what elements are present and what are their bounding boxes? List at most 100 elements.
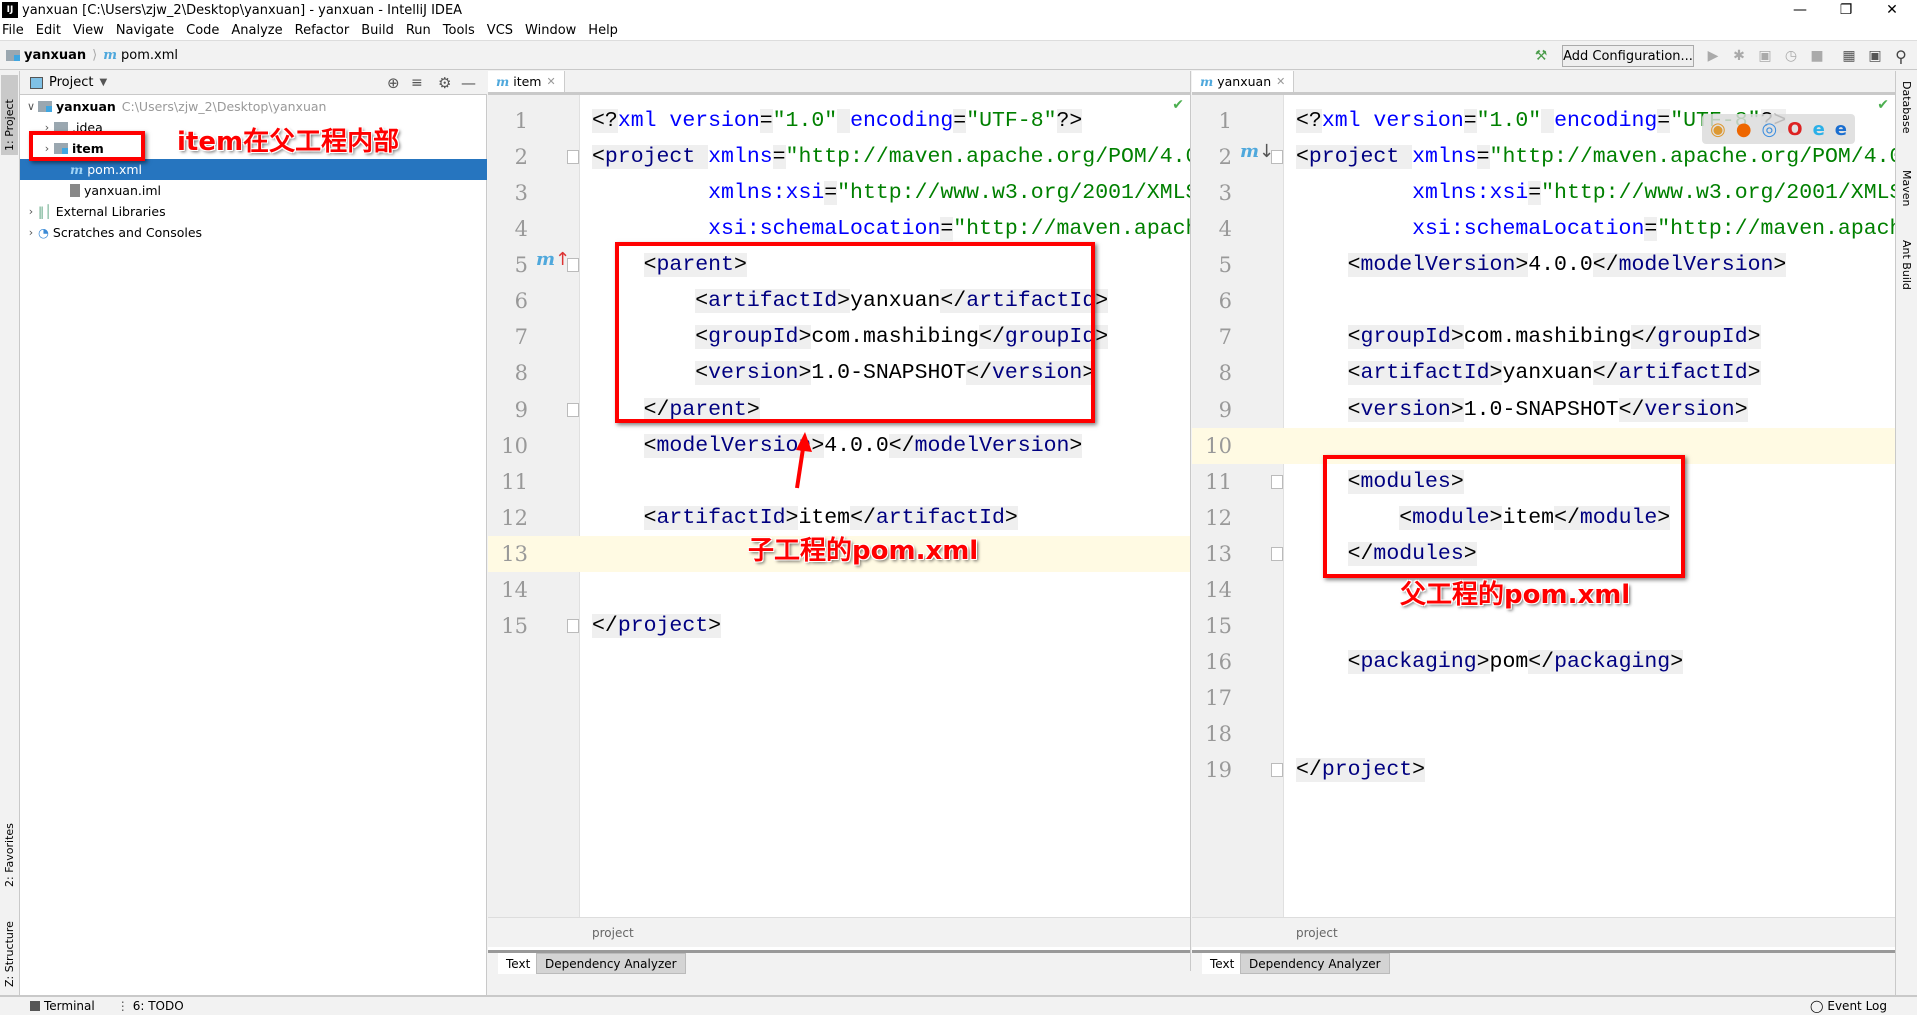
search-icon[interactable]: ⚲ bbox=[1892, 47, 1910, 66]
build-hammer-icon[interactable]: ⚒ bbox=[1532, 47, 1550, 65]
profile-icon[interactable]: ◷ bbox=[1782, 47, 1800, 65]
menu-code[interactable]: Code bbox=[186, 23, 219, 38]
tree-item[interactable]: › ‖│ External Libraries bbox=[20, 201, 487, 222]
code-line[interactable]: 18 bbox=[1192, 716, 1895, 752]
code-line[interactable]: 7 <groupId>com.mashibing</groupId> bbox=[1192, 319, 1895, 355]
code-line[interactable]: 19 </project> bbox=[1192, 752, 1895, 788]
event-log-tab[interactable]: Event Log bbox=[1827, 999, 1887, 1013]
minimize-button[interactable]: — bbox=[1777, 0, 1823, 20]
fold-marker-icon[interactable] bbox=[567, 402, 579, 417]
breadcrumb-project[interactable]: project bbox=[592, 926, 634, 940]
bottom-tab-dependency-analyzer[interactable]: Dependency Analyzer bbox=[536, 953, 686, 974]
chevron-icon[interactable]: ∨ bbox=[24, 100, 38, 113]
code-line[interactable]: 6 bbox=[1192, 283, 1895, 319]
maven-child-gutter-icon[interactable]: m↓ bbox=[1240, 141, 1274, 162]
editor-tab[interactable]: m item ✕ bbox=[488, 71, 565, 92]
code-line[interactable]: 8 <artifactId>yanxuan</artifactId> bbox=[1192, 355, 1895, 391]
code-line[interactable]: 15 bbox=[1192, 608, 1895, 644]
project-structure-icon[interactable]: ▦ bbox=[1840, 47, 1858, 65]
code-line[interactable]: 15 </project> bbox=[488, 608, 1190, 644]
code-area[interactable]: 1<?xml version="1.0" encoding="UTF-8"?>2… bbox=[488, 95, 1190, 917]
safari-icon[interactable]: ◎ bbox=[1762, 119, 1778, 140]
project-tool-tab[interactable]: 1: Project bbox=[1, 75, 18, 155]
edge-icon[interactable]: e bbox=[1835, 119, 1847, 140]
code-line[interactable]: 11 bbox=[488, 464, 1190, 500]
menu-vcs[interactable]: VCS bbox=[487, 23, 513, 38]
tree-item[interactable]: m pom.xml bbox=[20, 159, 487, 180]
menu-refactor[interactable]: Refactor bbox=[295, 23, 350, 38]
menu-edit[interactable]: Edit bbox=[36, 23, 61, 38]
maven-parent-gutter-icon[interactable]: m↑ bbox=[536, 249, 570, 270]
locate-icon[interactable]: ⊕ bbox=[387, 74, 400, 92]
fold-marker-icon[interactable] bbox=[567, 150, 579, 165]
ant-build-tool-tab[interactable]: Ant Build bbox=[1898, 236, 1915, 294]
code-token: xmlns bbox=[708, 145, 773, 170]
maven-tool-tab[interactable]: Maven bbox=[1898, 166, 1915, 210]
code-line[interactable]: 2 <project xmlns="http://maven.apache.org… bbox=[488, 139, 1190, 175]
opera-icon[interactable]: O bbox=[1787, 119, 1802, 140]
inspection-ok-icon[interactable]: ✔ bbox=[1877, 97, 1889, 113]
menu-run[interactable]: Run bbox=[406, 23, 431, 38]
close-button[interactable]: ✕ bbox=[1869, 0, 1915, 20]
chevron-icon[interactable]: › bbox=[24, 205, 38, 218]
code-line[interactable]: 16 <packaging>pom</packaging> bbox=[1192, 644, 1895, 680]
menu-file[interactable]: File bbox=[2, 23, 24, 38]
collapse-all-icon[interactable]: ≡ bbox=[411, 75, 423, 91]
chevron-down-icon[interactable]: ▼ bbox=[99, 77, 107, 88]
tree-item[interactable]: yanxuan.iml bbox=[20, 180, 487, 201]
code-line[interactable]: 1<?xml version="1.0" encoding="UTF-8"?> bbox=[488, 103, 1190, 139]
bottom-tab-text[interactable]: Text bbox=[498, 953, 539, 974]
restore-button[interactable]: ❐ bbox=[1823, 0, 1869, 20]
code-line[interactable]: 2 m↓ <project xmlns="http://maven.apache.o… bbox=[1192, 139, 1895, 175]
project-view-selector[interactable]: Project bbox=[49, 75, 93, 90]
ie-icon[interactable]: e bbox=[1813, 119, 1825, 140]
hide-panel-icon[interactable]: — bbox=[461, 74, 476, 92]
fold-marker-icon[interactable] bbox=[1271, 474, 1283, 489]
close-tab-icon[interactable]: ✕ bbox=[546, 75, 555, 88]
code-line[interactable]: 3 xmlns:xsi="http://www.w3.org/2001/XMLS… bbox=[1192, 175, 1895, 211]
chevron-icon[interactable]: › bbox=[24, 226, 38, 239]
editor-tab[interactable]: m yanxuan ✕ bbox=[1192, 71, 1295, 92]
bottom-tab-text[interactable]: Text bbox=[1202, 953, 1243, 974]
code-line[interactable]: 4 xsi:schemaLocation="http://maven.apach… bbox=[1192, 211, 1895, 247]
database-tool-tab[interactable]: Database bbox=[1898, 77, 1915, 138]
menu-navigate[interactable]: Navigate bbox=[116, 23, 174, 38]
favorites-tool-tab[interactable]: 2: Favorites bbox=[1, 806, 18, 891]
menu-analyze[interactable]: Analyze bbox=[231, 23, 282, 38]
fold-marker-icon[interactable] bbox=[567, 618, 579, 633]
code-line[interactable]: 14 bbox=[488, 572, 1190, 608]
debug-icon[interactable]: ✱ bbox=[1730, 47, 1748, 65]
close-tab-icon[interactable]: ✕ bbox=[1276, 75, 1285, 88]
terminal-window-icon[interactable]: ▣ bbox=[1866, 47, 1884, 65]
gear-icon[interactable]: ⚙ bbox=[438, 74, 451, 92]
menu-tools[interactable]: Tools bbox=[443, 23, 475, 38]
structure-tool-tab[interactable]: Z: Structure bbox=[1, 901, 18, 991]
code-line[interactable]: 5 <modelVersion>4.0.0</modelVersion> bbox=[1192, 247, 1895, 283]
add-configuration-button[interactable]: Add Configuration... bbox=[1562, 45, 1694, 67]
fold-marker-icon[interactable] bbox=[1271, 763, 1283, 778]
inspection-ok-icon[interactable]: ✔ bbox=[1172, 97, 1184, 113]
menu-build[interactable]: Build bbox=[361, 23, 394, 38]
bottom-tab-dependency-analyzer[interactable]: Dependency Analyzer bbox=[1240, 953, 1390, 974]
menu-window[interactable]: Window bbox=[525, 23, 576, 38]
breadcrumb-project[interactable]: project bbox=[1296, 926, 1338, 940]
menu-view[interactable]: View bbox=[73, 23, 104, 38]
code-line[interactable]: 10 <modelVersion>4.0.0</modelVersion> bbox=[488, 428, 1190, 464]
stop-icon[interactable]: ■ bbox=[1808, 47, 1826, 65]
nav-file[interactable]: pom.xml bbox=[121, 48, 178, 63]
chrome-icon[interactable]: ◉ bbox=[1710, 119, 1726, 140]
nav-project[interactable]: yanxuan bbox=[24, 48, 86, 63]
menu-help[interactable]: Help bbox=[588, 23, 618, 38]
fold-marker-icon[interactable] bbox=[1271, 546, 1283, 561]
firefox-icon[interactable]: ● bbox=[1736, 119, 1752, 140]
terminal-tab[interactable]: Terminal bbox=[44, 999, 95, 1013]
run-icon[interactable]: ▶ bbox=[1704, 47, 1722, 65]
code-line[interactable]: 9 <version>1.0-SNAPSHOT</version> bbox=[1192, 392, 1895, 428]
code-line[interactable]: 3 xmlns:xsi="http://www.w3.org/2001/XMLS… bbox=[488, 175, 1190, 211]
todo-tab[interactable]: 6: TODO bbox=[133, 999, 184, 1013]
code-line[interactable]: 17 bbox=[1192, 680, 1895, 716]
coverage-icon[interactable]: ▣ bbox=[1756, 47, 1774, 65]
tree-item[interactable]: › ◔ Scratches and Consoles bbox=[20, 222, 487, 243]
tree-item[interactable]: ∨ yanxuan C:\Users\zjw_2\Desktop\yanxuan bbox=[20, 96, 487, 117]
